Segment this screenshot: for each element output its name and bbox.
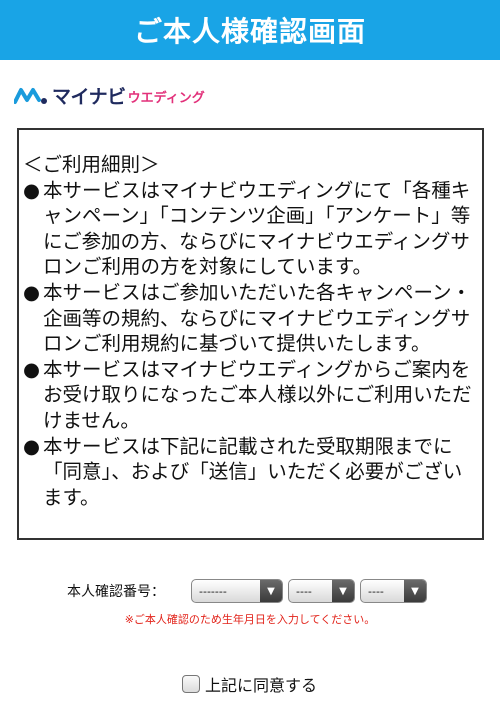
chevron-down-icon: ▼ [404, 580, 426, 602]
terms-item-text: 本サービスはマイナビウエディングからご案内をお受け取りになったご本人様以外にご利… [43, 357, 472, 432]
terms-item-text: 本サービスはマイナビウエディングにて「各種キャンペーン」「コンテンツ企画」「アン… [43, 178, 471, 279]
bullet-icon: ● [23, 280, 41, 304]
terms-item: ● 本サービスはマイナビウエディングからご案内をお受け取りになったご本人様以外に… [23, 357, 474, 434]
terms-item: ● 本サービスは下記に記載された受取期限までに「同意」、および「送信」いただく必… [23, 434, 474, 511]
birth-day-value: ---- [368, 584, 384, 598]
terms-item-text: 本サービスはご参加いただいた各キャンペーン・企画等の規約、ならびにマイナビウエデ… [43, 280, 472, 356]
terms-content: ＜ご利用細則＞ ● 本サービスはマイナビウエディングにて「各種キャンペーン」「コ… [19, 130, 482, 510]
birth-year-value: ------- [199, 584, 227, 598]
terms-heading: ＜ご利用細則＞ [23, 153, 160, 176]
bullet-icon: ● [23, 178, 41, 202]
terms-item-text: 本サービスは下記に記載された受取期限までに「同意」、および「送信」いただく必要が… [43, 434, 463, 509]
agree-toggle[interactable]: 上記に同意する [182, 672, 317, 696]
page-title: ご本人様確認画面 [133, 15, 366, 48]
pin-row: 本人確認番号： ------- ▼ ---- ▼ ---- ▼ [0, 579, 500, 603]
agree-checkbox[interactable] [182, 675, 200, 693]
chevron-down-icon: ▼ [332, 580, 354, 602]
agree-label[interactable]: 上記に同意する [205, 672, 317, 696]
logo-main-text: マイナビ [52, 85, 126, 108]
bullet-icon: ● [23, 434, 41, 458]
terms-scroll-box[interactable]: ＜ご利用細則＞ ● 本サービスはマイナビウエディングにて「各種キャンペーン」「コ… [17, 128, 484, 540]
birth-day-select[interactable]: ---- ▼ [360, 579, 427, 603]
logo: マイナビ ウエディング [14, 82, 205, 108]
birth-year-select[interactable]: ------- ▼ [191, 579, 283, 603]
header-bar: ご本人様確認画面 [0, 0, 500, 60]
terms-item: ● 本サービスはマイナビウエディングにて「各種キャンペーン」「コンテンツ企画」「… [23, 178, 474, 280]
birth-month-value: ---- [296, 584, 312, 598]
logo-sub-text: ウエディング [127, 91, 205, 106]
terms-item: ● 本サービスはご参加いただいた各キャンペーン・企画等の規約、ならびにマイナビウ… [23, 280, 474, 357]
birth-month-select[interactable]: ---- ▼ [288, 579, 355, 603]
chevron-down-icon: ▼ [260, 580, 282, 602]
bullet-icon: ● [23, 357, 41, 381]
birthdate-note: ※ご本人確認のため生年月日を入力してください。 [124, 613, 376, 626]
mynavi-logo-icon [14, 88, 47, 104]
pin-label: 本人確認番号： [67, 584, 165, 600]
